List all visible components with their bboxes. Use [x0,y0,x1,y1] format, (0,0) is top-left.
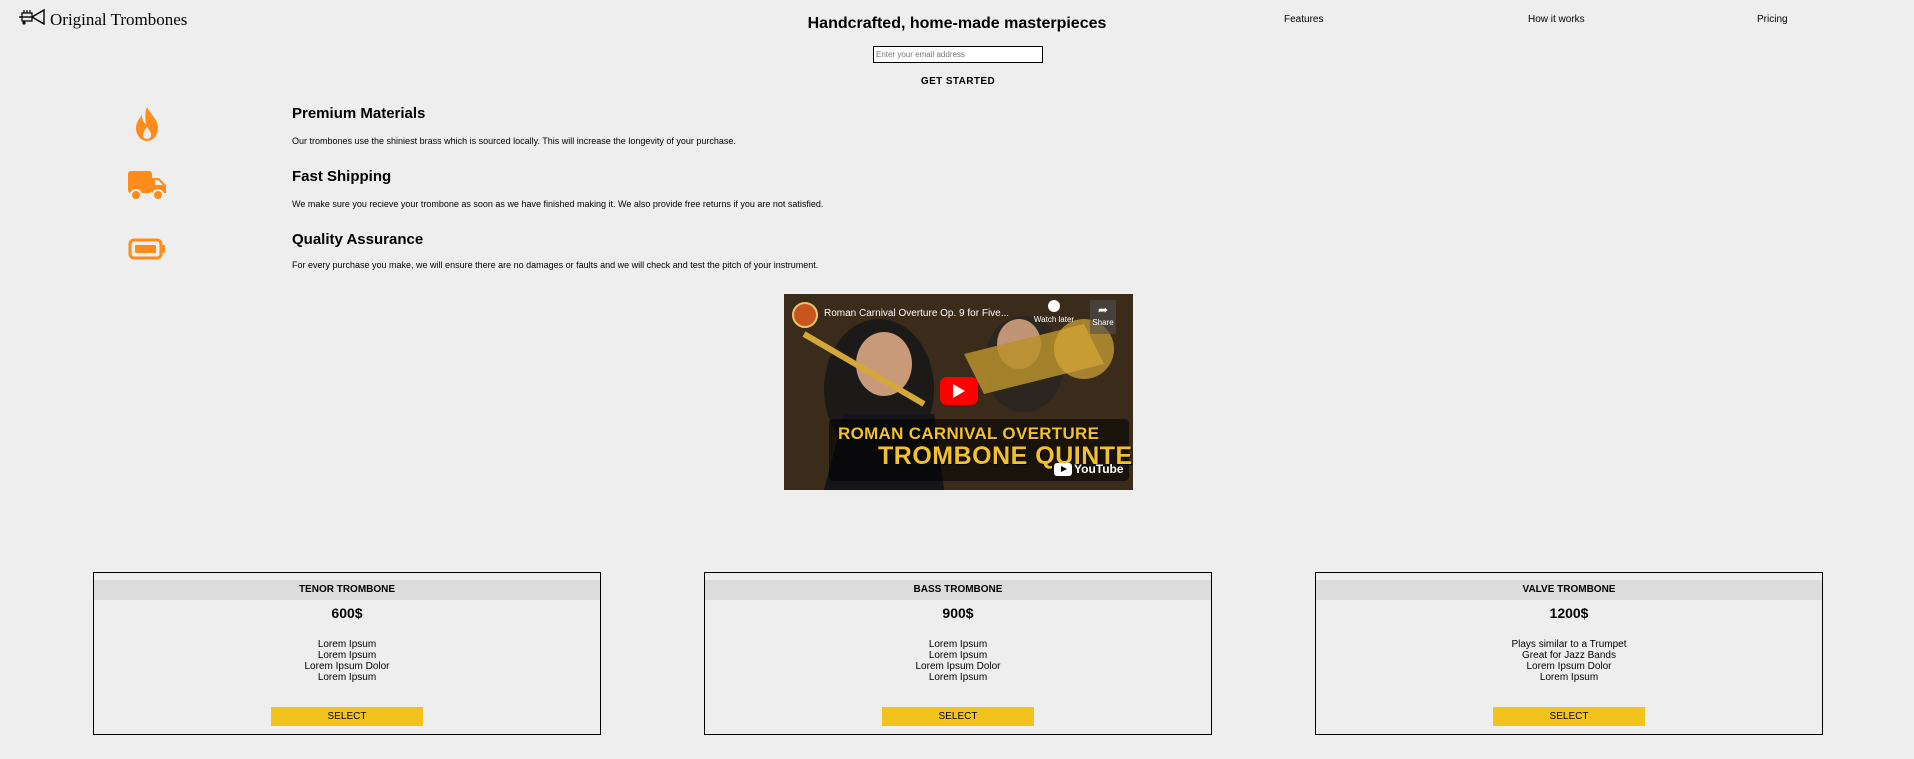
play-icon [953,384,965,398]
plan-feature: Lorem Ipsum [928,639,988,650]
get-started-button[interactable]: GET STARTED [873,76,1043,87]
share-button[interactable]: ➦ Share [1090,300,1116,334]
feature-description: We make sure you recieve your trombone a… [292,199,824,209]
pricing-card-bass: BASS TROMBONE 900$ Lorem Ipsum Lorem Ips… [704,572,1212,735]
pricing-card-valve: VALVE TROMBONE 1200$ Plays similar to a … [1315,572,1823,735]
fire-icon [122,106,172,142]
plan-feature: Plays similar to a Trumpet [1511,639,1627,650]
feature-title: Fast Shipping [292,168,392,185]
plan-name: VALVE TROMBONE [1316,580,1822,600]
youtube-logo[interactable]: YouTube [1054,462,1124,476]
clock-icon [1048,300,1060,312]
feature-title: Quality Assurance [292,231,424,248]
truck-icon [122,170,172,202]
select-button[interactable]: SELECT [1493,707,1645,726]
plan-feature: Lorem Ipsum [928,650,988,661]
video-caption-line-1: ROMAN CARNIVAL OVERTURE [838,424,1100,443]
plan-features: Lorem Ipsum Lorem Ipsum Lorem Ipsum Dolo… [94,639,600,683]
plan-feature: Lorem Ipsum Dolor [915,661,1001,672]
share-label: Share [1092,318,1114,327]
plan-feature: Lorem Ipsum [1539,672,1599,683]
plan-feature: Lorem Ipsum [317,639,377,650]
plan-feature: Great for Jazz Bands [1522,650,1616,661]
channel-avatar[interactable] [792,302,818,328]
pricing-card-tenor: TENOR TROMBONE 600$ Lorem Ipsum Lorem Ip… [93,572,601,735]
page-headline: Handcrafted, home-made masterpieces [807,15,1107,32]
battery-icon [122,238,172,260]
nav-link-how-it-works[interactable]: How it works [1528,14,1585,25]
nav-link-pricing[interactable]: Pricing [1757,14,1788,25]
watch-later-label: Watch later [1033,315,1075,324]
plan-feature: Lorem Ipsum Dolor [304,661,390,672]
feature-title: Premium Materials [292,105,426,122]
video-title[interactable]: Roman Carnival Overture Op. 9 for Five..… [824,308,1009,319]
feature-description: For every purchase you make, we will ens… [292,260,819,270]
email-field[interactable] [873,46,1043,63]
plan-features: Lorem Ipsum Lorem Ipsum Lorem Ipsum Dolo… [705,639,1211,683]
plan-price: 600$ [331,605,363,621]
plan-price: 1200$ [1549,605,1589,621]
nav-link-features[interactable]: Features [1284,14,1323,25]
video-player[interactable]: Roman Carnival Overture Op. 9 for Five..… [784,294,1133,490]
select-button[interactable]: SELECT [882,707,1034,726]
feature-description: Our trombones use the shiniest brass whi… [292,136,736,146]
plan-feature: Lorem Ipsum Dolor [1526,661,1612,672]
youtube-icon [1054,462,1072,476]
plan-feature: Lorem Ipsum [928,672,988,683]
watch-later-button[interactable]: Watch later [1030,300,1078,324]
share-icon: ➦ [1097,303,1109,317]
plan-name: TENOR TROMBONE [94,580,600,600]
select-button[interactable]: SELECT [271,707,423,726]
youtube-brand: YouTube [1074,462,1124,476]
plan-price: 900$ [942,605,974,621]
plan-features: Plays similar to a Trumpet Great for Jaz… [1316,639,1822,683]
plan-feature: Lorem Ipsum [317,672,377,683]
plan-name: BASS TROMBONE [705,580,1211,600]
play-button[interactable] [940,377,978,405]
plan-feature: Lorem Ipsum [317,650,377,661]
